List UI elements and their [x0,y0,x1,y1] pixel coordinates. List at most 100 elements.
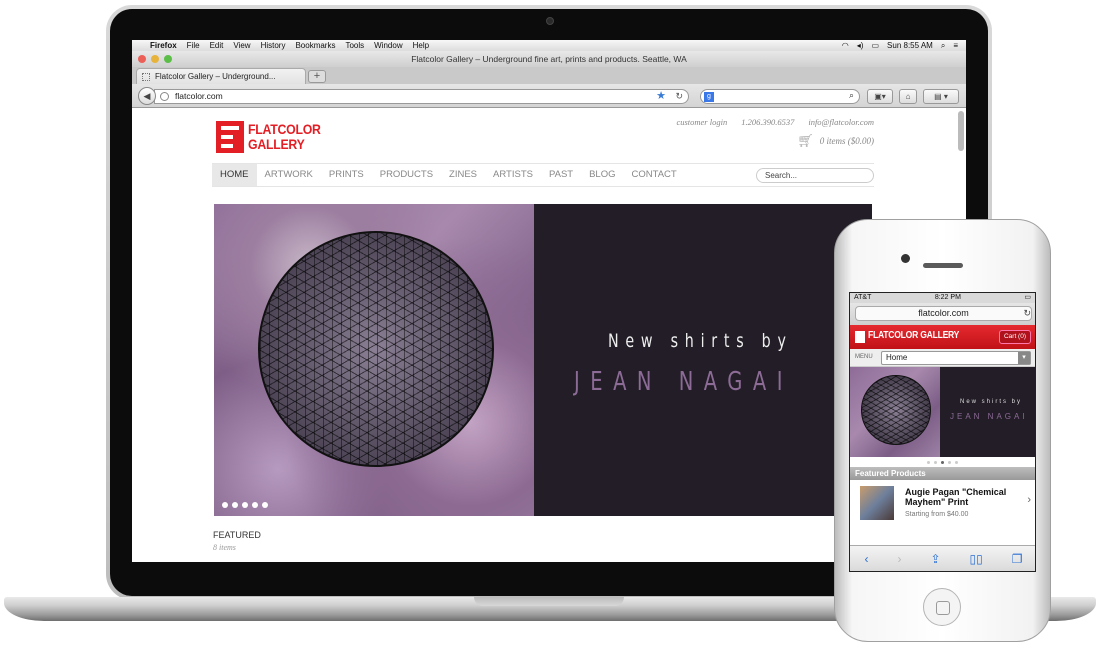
zoom-icon[interactable] [164,55,172,63]
hero-line1: New shirts by [608,330,793,352]
slide-dot[interactable] [955,460,958,464]
wifi-icon[interactable]: ◠ [842,41,849,50]
nav-zines[interactable]: ZINES [441,164,485,186]
phone-status-bar: AT&T 8:22 PM ▭ [850,293,1035,303]
phone-slide-dots [850,457,1035,467]
slide-dot[interactable] [941,460,944,464]
nav-artists[interactable]: ARTISTS [485,164,541,186]
slide-dot[interactable] [262,502,268,508]
phone-device: AT&T 8:22 PM ▭ flatcolor.com ↻ FLATCOLOR… [834,219,1051,642]
slide-dot[interactable] [232,502,238,508]
tabs-icon[interactable]: ❐ [1012,552,1023,566]
menu-bookmarks[interactable]: Bookmarks [295,41,335,50]
google-icon[interactable]: g [704,92,714,102]
menu-edit[interactable]: Edit [210,41,224,50]
phone-url-text: flatcolor.com [918,308,969,318]
slide-dot[interactable] [927,460,930,464]
nav-artwork[interactable]: ARTWORK [257,164,321,186]
slide-dot[interactable] [934,460,937,464]
cart-summary[interactable]: 🛒︎ 0 items ($0.00) [797,133,874,149]
clock[interactable]: Sun 8:55 AM [887,41,933,50]
bookmarks-icon[interactable]: ▯▯ [970,552,983,566]
nav-blog[interactable]: BLOG [581,164,623,186]
downloads-button[interactable]: ▣▾ [867,89,893,104]
share-icon[interactable]: ⇪ [930,552,940,566]
phone-hero[interactable]: New shirts by JEAN NAGAI [850,367,1035,457]
menu-app[interactable]: Firefox [150,41,177,50]
menu-view[interactable]: View [233,41,250,50]
slide-dots [222,502,268,508]
product-thumbnail [860,486,894,520]
hero-slideshow[interactable]: New shirts by JEAN NAGAI [214,204,872,516]
close-icon[interactable] [138,55,146,63]
globe-icon [160,92,169,101]
search-engine-box[interactable]: g ⌕ [700,89,860,104]
menu-file[interactable]: File [187,41,200,50]
phone-url-bar: flatcolor.com ↻ [850,303,1035,325]
phone-brand[interactable]: FLATCOLOR GALLERY [868,330,959,341]
nav-prints[interactable]: PRINTS [321,164,372,186]
phone-number: 1.206.390.6537 [741,117,795,127]
nav-contact[interactable]: CONTACT [624,164,685,186]
tab-active[interactable]: Flatcolor Gallery – Underground... [136,68,306,84]
minimize-icon[interactable] [151,55,159,63]
phone-menu: MENU Home ▾ [850,349,1035,367]
device-mockup: Firefox File Edit View History Bookmarks… [0,0,1100,648]
geodesic-sphere-image [258,231,494,467]
menu-history[interactable]: History [261,41,286,50]
menu-tools[interactable]: Tools [345,41,364,50]
scrollbar[interactable] [958,111,964,151]
volume-icon[interactable]: ◂) [857,41,864,50]
phone-menu-select[interactable]: Home ▾ [881,351,1031,365]
reload-icon[interactable]: ↻ [1023,308,1031,319]
menu-help[interactable]: Help [413,41,429,50]
list-item[interactable]: Augie Pagan "Chemical Mayhem" Print Star… [850,480,1035,524]
phone-url-field[interactable]: flatcolor.com [855,306,1032,321]
battery-icon[interactable]: ▭ [871,41,879,50]
chevron-right-icon: › [1027,494,1031,506]
slide-dot[interactable] [222,502,228,508]
addon-button[interactable]: ▤ ▾ [923,89,959,104]
bookmark-star-icon[interactable]: ★ [656,90,666,103]
logo-mark-icon [855,331,865,343]
search-icon[interactable]: ⌕ [849,90,854,101]
featured-heading: FEATURED [213,530,261,540]
new-tab-button[interactable]: + [308,70,326,83]
slide-dot[interactable] [252,502,258,508]
url-bar[interactable]: flatcolor.com ★ ↻ [154,89,689,104]
back-button[interactable]: ◀ [138,87,156,105]
menubar-status: ◠ ◂) ▭ Sun 8:55 AM ⌕ ≡ [842,40,958,51]
menu-window[interactable]: Window [374,41,402,50]
battery-icon: ▭ [1024,294,1031,301]
back-icon[interactable]: ‹ [864,552,868,566]
phone-hero-line2: JEAN NAGAI [950,412,1028,421]
hero-artwork [214,204,534,516]
reload-icon[interactable]: ↻ [675,90,683,103]
list-icon[interactable]: ≡ [953,41,958,50]
spotlight-icon[interactable]: ⌕ [941,41,945,51]
main-nav: HOME ARTWORK PRINTS PRODUCTS ZINES ARTIS… [212,163,874,187]
chevron-down-icon: ▾ [1018,352,1030,364]
site-search-input[interactable]: Search... [756,168,874,183]
product-price: Starting from $40.00 [905,511,969,518]
slide-dot[interactable] [242,502,248,508]
email-link[interactable]: info@flatcolor.com [808,117,874,127]
home-button[interactable]: ⌂ [899,89,917,104]
phone-menu-label: MENU [855,354,873,360]
window-titlebar: Flatcolor Gallery – Underground fine art… [132,51,966,67]
home-button[interactable] [923,588,961,626]
phone-earpiece [923,263,963,268]
forward-icon[interactable]: › [897,552,901,566]
nav-past[interactable]: PAST [541,164,581,186]
favicon-icon [142,73,150,81]
nav-home[interactable]: HOME [212,164,257,186]
nav-products[interactable]: PRODUCTS [372,164,441,186]
url-text: flatcolor.com [175,91,223,101]
slide-dot[interactable] [948,460,951,464]
phone-cart-button[interactable]: Cart (0) [998,330,1031,344]
cart-icon: 🛒︎ [797,133,814,148]
laptop-notch [474,597,624,606]
site-logo[interactable]: FLATCOLOR GALLERY [216,121,324,153]
customer-login-link[interactable]: customer login [676,117,727,127]
geodesic-sphere-image [861,375,931,445]
